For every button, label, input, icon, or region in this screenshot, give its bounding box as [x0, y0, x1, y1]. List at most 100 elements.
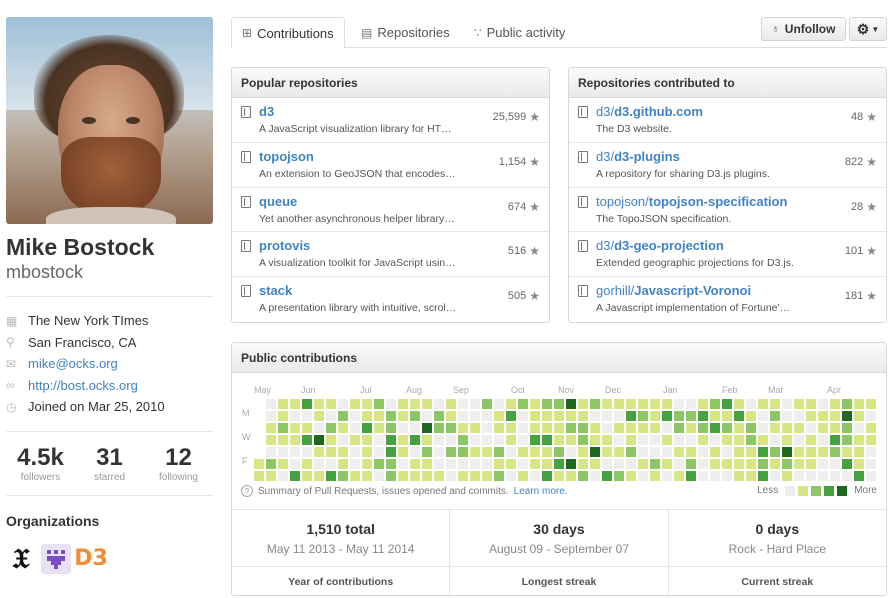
calendar-day-cell[interactable]	[470, 411, 480, 421]
calendar-day-cell[interactable]	[806, 399, 816, 409]
calendar-day-cell[interactable]	[650, 435, 660, 445]
calendar-day-cell[interactable]	[686, 435, 696, 445]
calendar-day-cell[interactable]	[746, 423, 756, 433]
calendar-day-cell[interactable]	[662, 459, 672, 469]
repo-name[interactable]: gorhill/Javascript-Voronoi	[596, 283, 878, 299]
calendar-day-cell[interactable]	[350, 447, 360, 457]
calendar-day-cell[interactable]	[314, 423, 324, 433]
calendar-day-cell[interactable]	[782, 423, 792, 433]
calendar-day-cell[interactable]	[554, 447, 564, 457]
calendar-day-cell[interactable]	[722, 399, 732, 409]
calendar-day-cell[interactable]	[554, 411, 564, 421]
repo-item[interactable]: gorhill/Javascript-Voronoi A Javascript …	[569, 277, 886, 322]
calendar-day-cell[interactable]	[566, 423, 576, 433]
calendar-day-cell[interactable]	[494, 459, 504, 469]
calendar-day-cell[interactable]	[686, 423, 696, 433]
calendar-day-cell[interactable]	[494, 435, 504, 445]
calendar-day-cell[interactable]	[770, 399, 780, 409]
calendar-day-cell[interactable]	[278, 447, 288, 457]
calendar-day-cell[interactable]	[542, 411, 552, 421]
tab-repositories[interactable]: ▤ Repositories	[361, 17, 450, 48]
calendar-day-cell[interactable]	[266, 435, 276, 445]
calendar-day-cell[interactable]	[314, 471, 324, 481]
calendar-day-cell[interactable]	[806, 423, 816, 433]
tab-contributions[interactable]: ⊞ Contributions	[231, 17, 345, 49]
calendar-day-cell[interactable]	[854, 471, 864, 481]
calendar-day-cell[interactable]	[770, 435, 780, 445]
calendar-day-cell[interactable]	[842, 423, 852, 433]
calendar-day-cell[interactable]	[686, 447, 696, 457]
calendar-day-cell[interactable]	[554, 399, 564, 409]
calendar-day-cell[interactable]	[638, 423, 648, 433]
repo-item[interactable]: d3 A JavaScript visualization library fo…	[232, 98, 549, 143]
calendar-day-cell[interactable]	[338, 423, 348, 433]
calendar-day-cell[interactable]	[734, 471, 744, 481]
calendar-day-cell[interactable]	[602, 447, 612, 457]
avatar[interactable]	[6, 17, 213, 224]
calendar-day-cell[interactable]	[734, 447, 744, 457]
calendar-day-cell[interactable]	[278, 459, 288, 469]
calendar-day-cell[interactable]	[254, 459, 264, 469]
calendar-day-cell[interactable]	[638, 471, 648, 481]
repo-item[interactable]: stack A presentation library with intuit…	[232, 277, 549, 322]
calendar-day-cell[interactable]	[290, 459, 300, 469]
calendar-day-cell[interactable]	[326, 471, 336, 481]
calendar-day-cell[interactable]	[722, 471, 732, 481]
calendar-day-cell[interactable]	[410, 459, 420, 469]
calendar-day-cell[interactable]	[482, 435, 492, 445]
email-link[interactable]: mike@ocks.org	[28, 356, 118, 371]
calendar-day-cell[interactable]	[314, 447, 324, 457]
repo-name[interactable]: protovis	[259, 238, 541, 254]
calendar-day-cell[interactable]	[614, 435, 624, 445]
calendar-day-cell[interactable]	[398, 423, 408, 433]
calendar-day-cell[interactable]	[410, 447, 420, 457]
calendar-day-cell[interactable]	[674, 411, 684, 421]
calendar-day-cell[interactable]	[458, 447, 468, 457]
calendar-day-cell[interactable]	[578, 471, 588, 481]
calendar-day-cell[interactable]	[578, 435, 588, 445]
calendar-day-cell[interactable]	[686, 411, 696, 421]
calendar-day-cell[interactable]	[422, 435, 432, 445]
calendar-day-cell[interactable]	[686, 399, 696, 409]
calendar-day-cell[interactable]	[422, 399, 432, 409]
calendar-day-cell[interactable]	[446, 447, 456, 457]
calendar-day-cell[interactable]	[830, 471, 840, 481]
calendar-day-cell[interactable]	[590, 411, 600, 421]
calendar-day-cell[interactable]	[494, 423, 504, 433]
calendar-day-cell[interactable]	[626, 447, 636, 457]
calendar-day-cell[interactable]	[818, 399, 828, 409]
calendar-day-cell[interactable]	[650, 411, 660, 421]
settings-dropdown-button[interactable]: ⚙ ▼	[849, 17, 887, 41]
calendar-day-cell[interactable]	[518, 423, 528, 433]
stat-starred[interactable]: 31 starred	[75, 444, 144, 483]
calendar-day-cell[interactable]	[734, 399, 744, 409]
calendar-day-cell[interactable]	[758, 399, 768, 409]
calendar-day-cell[interactable]	[662, 423, 672, 433]
calendar-day-cell[interactable]	[302, 423, 312, 433]
calendar-day-cell[interactable]	[494, 399, 504, 409]
calendar-day-cell[interactable]	[566, 399, 576, 409]
calendar-day-cell[interactable]	[422, 411, 432, 421]
calendar-day-cell[interactable]	[266, 411, 276, 421]
calendar-day-cell[interactable]	[650, 471, 660, 481]
calendar-day-cell[interactable]	[506, 447, 516, 457]
calendar-day-cell[interactable]	[746, 447, 756, 457]
calendar-day-cell[interactable]	[842, 471, 852, 481]
calendar-day-cell[interactable]	[806, 447, 816, 457]
calendar-day-cell[interactable]	[290, 399, 300, 409]
calendar-day-cell[interactable]	[338, 459, 348, 469]
calendar-day-cell[interactable]	[710, 411, 720, 421]
calendar-day-cell[interactable]	[398, 411, 408, 421]
calendar-day-cell[interactable]	[398, 447, 408, 457]
calendar-day-cell[interactable]	[674, 423, 684, 433]
calendar-day-cell[interactable]	[602, 399, 612, 409]
calendar-day-cell[interactable]	[506, 459, 516, 469]
calendar-day-cell[interactable]	[542, 447, 552, 457]
calendar-day-cell[interactable]	[302, 471, 312, 481]
calendar-day-cell[interactable]	[758, 435, 768, 445]
calendar-day-cell[interactable]	[842, 459, 852, 469]
calendar-day-cell[interactable]	[638, 447, 648, 457]
calendar-day-cell[interactable]	[554, 471, 564, 481]
calendar-day-cell[interactable]	[434, 411, 444, 421]
calendar-day-cell[interactable]	[854, 423, 864, 433]
